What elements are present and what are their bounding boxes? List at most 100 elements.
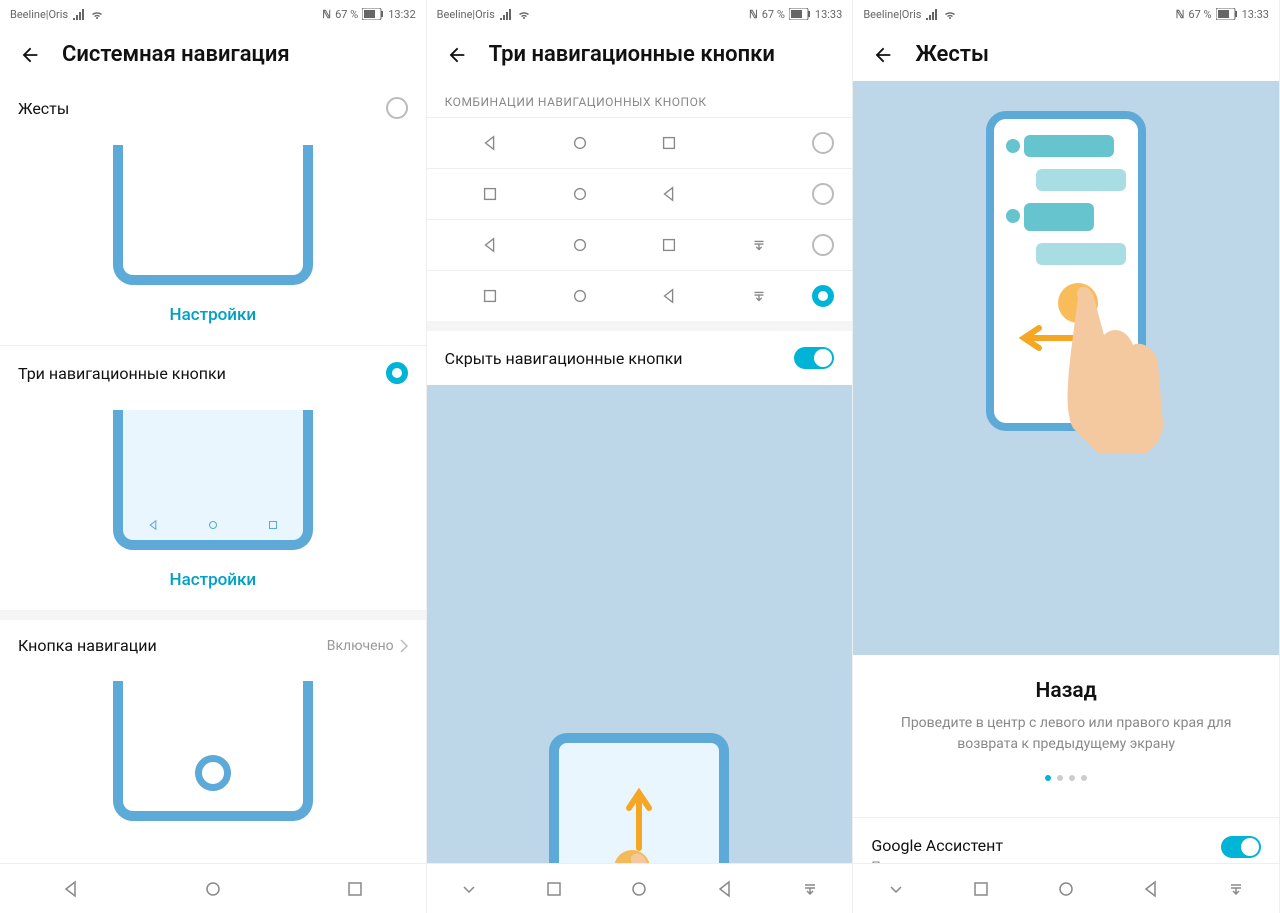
time-label: 13:33 bbox=[815, 8, 842, 21]
gestures-illustration bbox=[0, 135, 426, 285]
status-bar: Beeline|Oris ℕ 67 % 13:33 bbox=[853, 0, 1279, 28]
assistant-title: Google Ассистент bbox=[871, 836, 1191, 855]
system-nav-bar bbox=[427, 863, 853, 913]
circle-icon bbox=[571, 236, 589, 254]
battery-icon bbox=[789, 8, 811, 20]
square-icon bbox=[481, 185, 499, 203]
three-buttons-illustration bbox=[0, 400, 426, 550]
combo-option-3[interactable] bbox=[427, 220, 853, 270]
header: Системная навигация bbox=[0, 28, 426, 81]
triangle-left-icon bbox=[660, 287, 678, 305]
radio-unselected[interactable] bbox=[812, 132, 834, 154]
option-value: Включено bbox=[327, 638, 394, 654]
section-header: КОМБИНАЦИИ НАВИГАЦИОННЫХ КНОПОК bbox=[427, 81, 853, 117]
toggle-on[interactable] bbox=[794, 347, 834, 369]
circle-icon bbox=[571, 185, 589, 203]
nav-home-icon[interactable] bbox=[1056, 879, 1076, 899]
panel-gestures: Beeline|Oris ℕ 67 % 13:33 Жесты bbox=[853, 0, 1280, 913]
wifi-icon bbox=[90, 8, 104, 20]
battery-pct: 67 % bbox=[762, 8, 785, 21]
signal-icon bbox=[925, 8, 939, 20]
dot[interactable] bbox=[1069, 775, 1075, 781]
hide-buttons-illustration bbox=[427, 385, 853, 913]
battery-icon bbox=[1216, 8, 1238, 20]
option-nav-button[interactable]: Кнопка навигации Включено bbox=[0, 620, 426, 671]
square-icon bbox=[481, 287, 499, 305]
chevron-right-icon bbox=[400, 639, 408, 653]
gesture-description: Проведите в центр с левого или правого к… bbox=[873, 713, 1259, 755]
status-bar: Beeline|Oris ℕ 67 % 13:32 bbox=[0, 0, 426, 28]
dot-active[interactable] bbox=[1045, 775, 1051, 781]
toggle-on[interactable] bbox=[1221, 836, 1261, 858]
combo-option-2[interactable] bbox=[427, 169, 853, 219]
gesture-title: Назад bbox=[873, 679, 1259, 703]
time-label: 13:33 bbox=[1242, 8, 1269, 21]
nav-button-illustration bbox=[0, 671, 426, 821]
carrier-label: Beeline|Oris bbox=[863, 8, 921, 21]
radio-unselected[interactable] bbox=[812, 234, 834, 256]
battery-pct: 67 % bbox=[335, 8, 358, 21]
option-label: Кнопка навигации bbox=[18, 636, 157, 655]
header: Жесты bbox=[853, 28, 1279, 81]
nav-recent-icon[interactable] bbox=[345, 879, 365, 899]
square-icon bbox=[660, 134, 678, 152]
carrier-label: Beeline|Oris bbox=[10, 8, 68, 21]
nfc-icon: ℕ bbox=[1176, 8, 1185, 21]
hide-buttons-toggle-row[interactable]: Скрыть навигационные кнопки bbox=[427, 331, 853, 385]
nav-back-icon[interactable] bbox=[1141, 879, 1161, 899]
back-button[interactable] bbox=[18, 43, 42, 67]
nav-hide-icon[interactable] bbox=[886, 879, 906, 899]
triangle-left-icon bbox=[660, 185, 678, 203]
option-gestures[interactable]: Жесты bbox=[0, 81, 426, 135]
header: Три навигационные кнопки bbox=[427, 28, 853, 81]
signal-icon bbox=[499, 8, 513, 20]
dot[interactable] bbox=[1081, 775, 1087, 781]
radio-unselected[interactable] bbox=[812, 183, 834, 205]
nav-back-icon[interactable] bbox=[61, 879, 81, 899]
radio-unselected[interactable] bbox=[386, 97, 408, 119]
gesture-illustration bbox=[853, 81, 1279, 655]
combo-option-4[interactable] bbox=[427, 271, 853, 321]
status-bar: Beeline|Oris ℕ 67 % 13:33 bbox=[427, 0, 853, 28]
page-title: Жесты bbox=[915, 42, 989, 67]
nav-home-icon[interactable] bbox=[629, 879, 649, 899]
system-nav-bar bbox=[853, 863, 1279, 913]
battery-pct: 67 % bbox=[1188, 8, 1211, 21]
nav-recent-icon[interactable] bbox=[971, 879, 991, 899]
nav-hide-icon[interactable] bbox=[459, 879, 479, 899]
nav-home-icon[interactable] bbox=[203, 879, 223, 899]
nav-notification-icon[interactable] bbox=[800, 879, 820, 899]
option-label: Три навигационные кнопки bbox=[18, 364, 226, 383]
toggle-label: Скрыть навигационные кнопки bbox=[445, 349, 683, 368]
panel-three-buttons: Beeline|Oris ℕ 67 % 13:33 Три навигацион… bbox=[427, 0, 854, 913]
circle-icon bbox=[571, 287, 589, 305]
wifi-icon bbox=[943, 8, 957, 20]
nav-back-icon[interactable] bbox=[715, 879, 735, 899]
settings-link-buttons[interactable]: Настройки bbox=[0, 550, 426, 610]
back-icon bbox=[146, 518, 160, 532]
radio-selected[interactable] bbox=[386, 362, 408, 384]
page-title: Системная навигация bbox=[62, 42, 290, 67]
nav-notification-icon[interactable] bbox=[1226, 879, 1246, 899]
home-icon bbox=[206, 518, 220, 532]
system-nav-bar bbox=[0, 863, 426, 913]
radio-selected[interactable] bbox=[812, 285, 834, 307]
option-three-buttons[interactable]: Три навигационные кнопки bbox=[0, 346, 426, 400]
settings-link-gestures[interactable]: Настройки bbox=[0, 285, 426, 345]
combo-option-1[interactable] bbox=[427, 118, 853, 168]
nfc-icon: ℕ bbox=[322, 8, 331, 21]
panel-system-navigation: Beeline|Oris ℕ 67 % 13:32 Системная нави… bbox=[0, 0, 427, 913]
carrier-label: Beeline|Oris bbox=[437, 8, 495, 21]
nav-recent-icon[interactable] bbox=[544, 879, 564, 899]
back-button[interactable] bbox=[445, 43, 469, 67]
option-label: Жесты bbox=[18, 99, 69, 118]
dot[interactable] bbox=[1057, 775, 1063, 781]
triangle-left-icon bbox=[481, 236, 499, 254]
page-title: Три навигационные кнопки bbox=[489, 42, 775, 67]
back-button[interactable] bbox=[871, 43, 895, 67]
battery-icon bbox=[362, 8, 384, 20]
wifi-icon bbox=[517, 8, 531, 20]
gesture-info-card: Назад Проведите в центр с левого или пра… bbox=[853, 655, 1279, 817]
signal-icon bbox=[72, 8, 86, 20]
recent-icon bbox=[266, 518, 280, 532]
